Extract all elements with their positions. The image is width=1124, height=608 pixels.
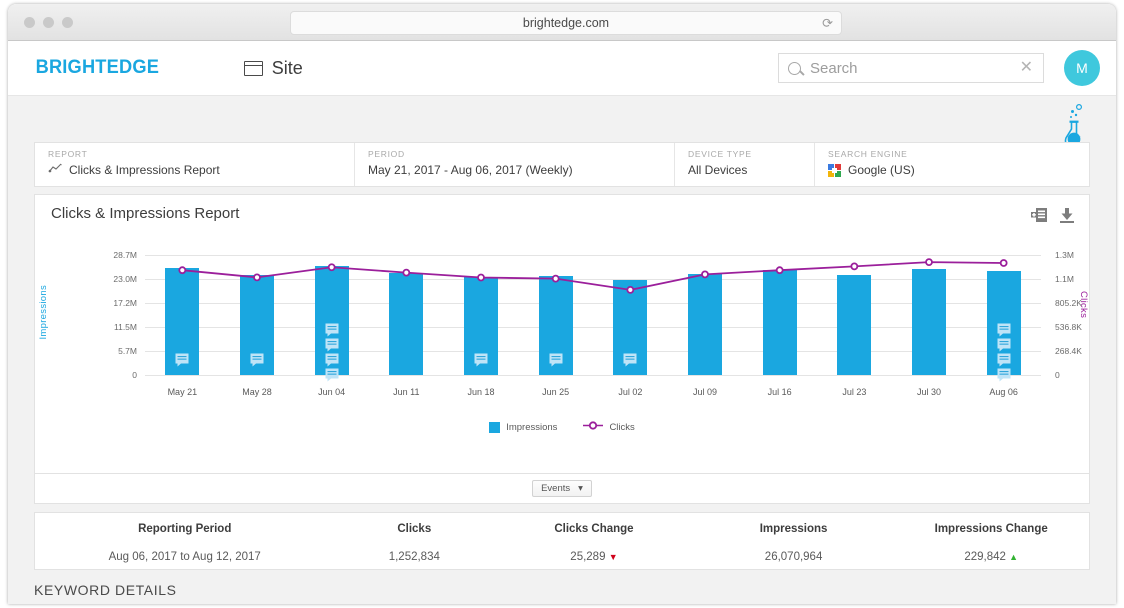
chart-line-point[interactable]	[478, 275, 484, 281]
chart-title: Clicks & Impressions Report	[51, 205, 239, 222]
summary-table: Reporting Period Clicks Clicks Change Im…	[34, 512, 1090, 570]
address-bar-url: brightedge.com	[523, 16, 609, 30]
filter-report-value: Clicks & Impressions Report	[69, 163, 220, 177]
trend-up-icon: ▲	[1009, 552, 1018, 562]
maximize-window-button[interactable]	[62, 17, 73, 28]
brand-logo[interactable]: BRIGHTEDGE	[36, 57, 160, 79]
avatar[interactable]: M	[1064, 50, 1100, 86]
filter-report-value-row: Clicks & Impressions Report	[48, 163, 354, 177]
legend-swatch-impressions	[489, 422, 500, 433]
summary-value-impressions-change-number: 229,842	[964, 551, 1006, 563]
page-body: REPORT Clicks & Impressions Report PERIO…	[8, 96, 1116, 604]
filter-period-value: May 21, 2017 - Aug 06, 2017 (Weekly)	[368, 163, 674, 177]
close-icon[interactable]: ✕	[1020, 60, 1033, 76]
filter-period[interactable]: PERIOD May 21, 2017 - Aug 06, 2017 (Week…	[355, 143, 675, 186]
avatar-initial: M	[1076, 60, 1088, 76]
filter-search-engine-label: SEARCH ENGINE	[828, 149, 1089, 159]
window-controls[interactable]	[24, 17, 73, 28]
chevron-down-icon: ▾	[578, 483, 583, 494]
browser-window: brightedge.com ⟳ BRIGHTEDGE Site ✕ M	[8, 4, 1116, 604]
browser-titlebar: brightedge.com ⟳	[8, 4, 1116, 41]
chart-plot-area: ImpressionsClicks28.7M1.3M23.0M1.1M17.2M…	[35, 243, 1091, 403]
search-input[interactable]	[810, 60, 990, 77]
search-icon	[788, 62, 801, 75]
summary-table-header: Reporting Period Clicks Clicks Change Im…	[35, 523, 1089, 535]
summary-col-impressions: Impressions	[694, 523, 894, 535]
legend-label-impressions: Impressions	[506, 422, 557, 433]
summary-value-impressions: 26,070,964	[694, 551, 894, 563]
chart-line-point[interactable]	[627, 287, 633, 293]
events-strip: Events ▾	[34, 474, 1090, 504]
filter-report[interactable]: REPORT Clicks & Impressions Report	[35, 143, 355, 186]
filter-device-type-value: All Devices	[688, 163, 814, 177]
add-to-report-icon[interactable]	[1031, 207, 1048, 228]
chart-legend: Impressions Clicks	[35, 420, 1089, 434]
filter-device-type-label: DEVICE TYPE	[688, 149, 814, 159]
report-line-icon	[48, 163, 62, 177]
filter-search-engine[interactable]: SEARCH ENGINE Google (US)	[815, 143, 1089, 186]
table-row: Aug 06, 2017 to Aug 12, 2017 1,252,834 2…	[35, 551, 1089, 563]
summary-value-clicks-change-number: 25,289	[570, 551, 605, 563]
google-icon	[828, 164, 841, 177]
minimize-window-button[interactable]	[43, 17, 54, 28]
chart-line-point[interactable]	[851, 263, 857, 269]
app-header: BRIGHTEDGE Site ✕ M	[8, 41, 1116, 96]
chart-line-point[interactable]	[329, 264, 335, 270]
legend-swatch-clicks	[583, 420, 603, 434]
filter-device-type[interactable]: DEVICE TYPE All Devices	[675, 143, 815, 186]
chart-line-point[interactable]	[926, 259, 932, 265]
legend-item-clicks[interactable]: Clicks	[583, 420, 634, 434]
summary-col-reporting-period: Reporting Period	[35, 523, 334, 535]
nav-item-site-label: Site	[272, 58, 303, 79]
filter-report-label: REPORT	[48, 149, 354, 159]
chart-line-point[interactable]	[777, 267, 783, 273]
window-icon	[244, 61, 263, 76]
events-button-label: Events	[541, 483, 570, 494]
close-window-button[interactable]	[24, 17, 35, 28]
summary-value-impressions-change: 229,842 ▲	[893, 551, 1089, 563]
summary-value-clicks-change: 25,289 ▼	[494, 551, 694, 563]
legend-item-impressions[interactable]: Impressions	[489, 422, 557, 433]
summary-value-clicks: 1,252,834	[334, 551, 494, 563]
chart-line-point[interactable]	[179, 267, 185, 273]
clicks-line-series	[35, 243, 1091, 403]
summary-value-reporting-period: Aug 06, 2017 to Aug 12, 2017	[35, 551, 334, 563]
chart-actions	[1031, 207, 1075, 228]
filter-period-label: PERIOD	[368, 149, 674, 159]
events-button[interactable]: Events ▾	[532, 480, 592, 497]
trend-down-icon: ▼	[609, 552, 618, 562]
legend-label-clicks: Clicks	[609, 422, 634, 433]
filter-bar: REPORT Clicks & Impressions Report PERIO…	[34, 142, 1090, 187]
chart-line-point[interactable]	[702, 271, 708, 277]
reload-icon[interactable]: ⟳	[822, 17, 833, 30]
summary-col-clicks: Clicks	[334, 523, 494, 535]
search-box[interactable]: ✕	[778, 53, 1044, 83]
download-icon[interactable]	[1059, 207, 1075, 228]
nav-item-site[interactable]: Site	[244, 58, 303, 79]
filter-search-engine-value-row: Google (US)	[828, 163, 1089, 177]
keyword-details-heading: KEYWORD DETAILS	[34, 582, 177, 598]
chart-line-point[interactable]	[553, 276, 559, 282]
chart-line-point[interactable]	[1001, 260, 1007, 266]
chart-line-point[interactable]	[254, 274, 260, 280]
filter-search-engine-value: Google (US)	[848, 163, 915, 177]
chart-line-point[interactable]	[403, 270, 409, 276]
chart-card: Clicks & Impressions Report	[34, 194, 1090, 474]
summary-col-clicks-change: Clicks Change	[494, 523, 694, 535]
address-bar[interactable]: brightedge.com ⟳	[290, 11, 842, 35]
summary-col-impressions-change: Impressions Change	[893, 523, 1089, 535]
